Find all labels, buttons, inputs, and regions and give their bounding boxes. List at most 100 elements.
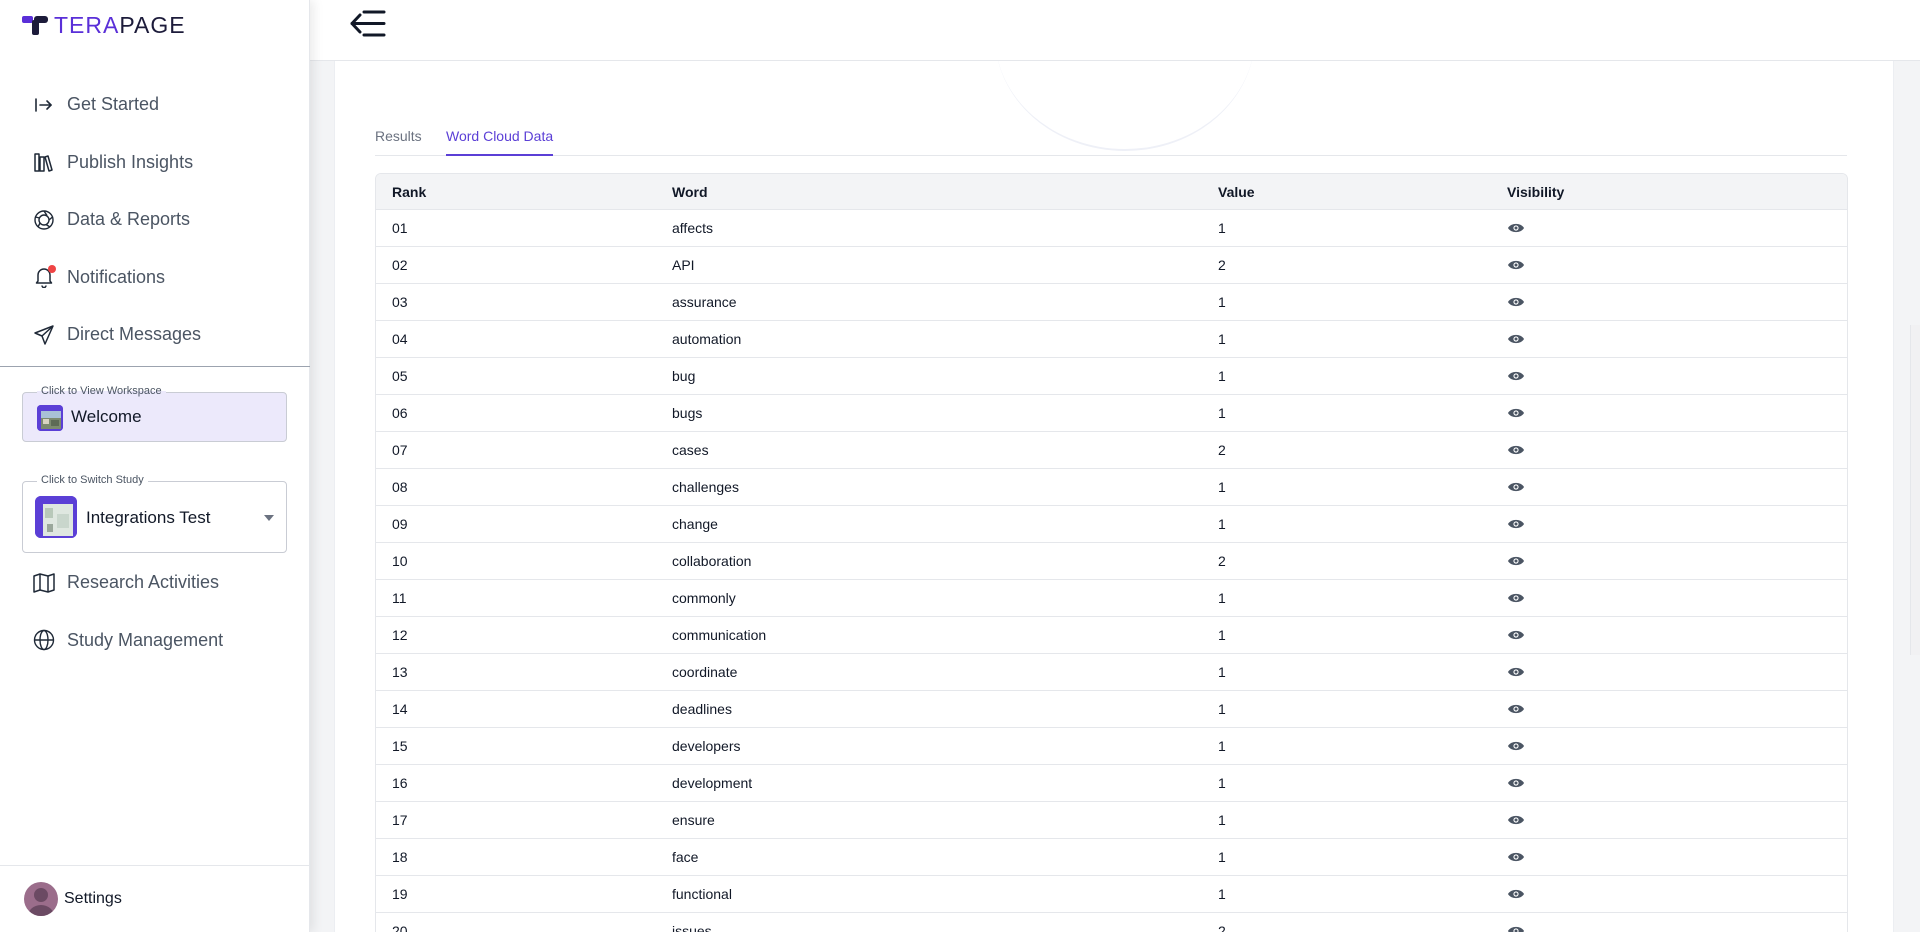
cell-word: bug [672, 368, 696, 384]
eye-icon[interactable] [1507, 777, 1525, 789]
eye-icon[interactable] [1507, 703, 1525, 715]
cell-rank: 19 [392, 886, 408, 902]
eye-icon[interactable] [1507, 740, 1525, 752]
cell-word: collaboration [672, 553, 752, 569]
table-row: 05 bug 1 [376, 358, 1847, 395]
table-row: 17 ensure 1 [376, 802, 1847, 839]
cell-value: 1 [1218, 849, 1226, 865]
cell-rank: 16 [392, 775, 408, 791]
table-row: 08 challenges 1 [376, 469, 1847, 506]
eye-icon[interactable] [1507, 629, 1525, 641]
study-legend: Click to Switch Study [37, 474, 148, 486]
cell-rank: 02 [392, 257, 408, 273]
eye-icon[interactable] [1507, 259, 1525, 271]
eye-icon[interactable] [1507, 888, 1525, 900]
cell-value: 1 [1218, 516, 1226, 532]
chevron-down-icon[interactable] [264, 515, 274, 521]
globe-icon [32, 628, 56, 652]
settings-label: Settings [64, 890, 122, 907]
eye-icon[interactable] [1507, 592, 1525, 604]
cell-word: ensure [672, 812, 715, 828]
collapse-menu-button[interactable] [350, 8, 390, 40]
nav-item-label: Data & Reports [67, 209, 191, 230]
sidebar: TERAPAGE Get Started Publish Insights Da… [0, 0, 310, 932]
cell-rank: 20 [392, 923, 408, 932]
cell-value: 1 [1218, 479, 1226, 495]
cell-word: deadlines [672, 701, 732, 717]
column-header-value[interactable]: Value [1202, 184, 1491, 200]
cell-word: challenges [672, 479, 739, 495]
cell-word: developers [672, 738, 741, 754]
nav-item-study-management[interactable]: Study Management [0, 612, 310, 670]
nav-item-research-activities[interactable]: Research Activities [0, 554, 310, 612]
table-row: 19 functional 1 [376, 876, 1847, 913]
column-header-visibility[interactable]: Visibility [1491, 184, 1847, 200]
cell-visibility [1491, 740, 1847, 752]
cell-value: 1 [1218, 405, 1226, 421]
eye-icon[interactable] [1507, 814, 1525, 826]
nav-item-get-started[interactable]: Get Started [0, 76, 310, 134]
table-row: 01 affects 1 [376, 210, 1847, 247]
cell-rank: 09 [392, 516, 408, 532]
cell-rank: 01 [392, 220, 408, 236]
eye-icon[interactable] [1507, 666, 1525, 678]
cell-rank: 05 [392, 368, 408, 384]
primary-nav: Get Started Publish Insights Data & Repo… [0, 76, 310, 364]
eye-icon[interactable] [1507, 407, 1525, 419]
column-header-rank[interactable]: Rank [376, 184, 656, 200]
cell-rank: 07 [392, 442, 408, 458]
eye-icon[interactable] [1507, 222, 1525, 234]
cell-word: commonly [672, 590, 736, 606]
nav-item-data-reports[interactable]: Data & Reports [0, 191, 310, 249]
word-cloud-table: Rank Word Value Visibility 01 affects 1 02 A… [375, 173, 1848, 932]
table-row: 12 communication 1 [376, 617, 1847, 654]
results-tabs: Results Word Cloud Data [375, 125, 1847, 156]
nav-item-label: Research Activities [67, 572, 220, 593]
cell-rank: 11 [392, 590, 407, 606]
cell-rank: 14 [392, 701, 408, 717]
eye-icon[interactable] [1507, 370, 1525, 382]
eye-icon[interactable] [1507, 555, 1525, 567]
workspace-selector[interactable]: Click to View Workspace Welcome [22, 385, 287, 442]
nav-item-direct-messages[interactable]: Direct Messages [0, 306, 310, 364]
eye-icon[interactable] [1507, 296, 1525, 308]
settings-button[interactable]: Settings [24, 882, 122, 916]
table-body: 01 affects 1 02 API 2 03 assurance 1 04 automation… [376, 210, 1847, 932]
scrollbar[interactable] [1910, 325, 1920, 655]
cell-visibility [1491, 666, 1847, 678]
secondary-nav: Research Activities Study Management [0, 554, 310, 669]
eye-icon[interactable] [1507, 851, 1525, 863]
cell-value: 2 [1218, 553, 1226, 569]
eye-icon[interactable] [1507, 444, 1525, 456]
tab-results[interactable]: Results [375, 125, 422, 156]
cell-rank: 18 [392, 849, 408, 865]
column-header-word[interactable]: Word [656, 184, 1202, 200]
table-row: 15 developers 1 [376, 728, 1847, 765]
eye-icon[interactable] [1507, 481, 1525, 493]
eye-icon[interactable] [1507, 518, 1525, 530]
cell-value: 1 [1218, 368, 1226, 384]
study-switcher[interactable]: Click to Switch Study Integrations Test [22, 474, 287, 553]
books-icon [32, 150, 56, 174]
cell-visibility [1491, 222, 1847, 234]
cell-value: 1 [1218, 886, 1226, 902]
cell-word: affects [672, 220, 713, 236]
tab-word-cloud-data[interactable]: Word Cloud Data [446, 125, 554, 156]
workspace-legend: Click to View Workspace [37, 385, 166, 397]
workspace-name: Welcome [71, 407, 142, 426]
cell-visibility [1491, 703, 1847, 715]
cell-value: 1 [1218, 294, 1226, 310]
cell-visibility [1491, 925, 1847, 932]
cell-value: 2 [1218, 442, 1226, 458]
table-row: 16 development 1 [376, 765, 1847, 802]
nav-item-notifications[interactable]: Notifications [0, 249, 310, 307]
eye-icon[interactable] [1507, 925, 1525, 932]
sidebar-divider [0, 366, 310, 367]
cell-visibility [1491, 370, 1847, 382]
cell-value: 2 [1218, 923, 1226, 932]
terapage-logo[interactable]: TERAPAGE [22, 12, 186, 38]
cell-visibility [1491, 592, 1847, 604]
eye-icon[interactable] [1507, 333, 1525, 345]
cell-visibility [1491, 851, 1847, 863]
nav-item-publish-insights[interactable]: Publish Insights [0, 134, 310, 192]
